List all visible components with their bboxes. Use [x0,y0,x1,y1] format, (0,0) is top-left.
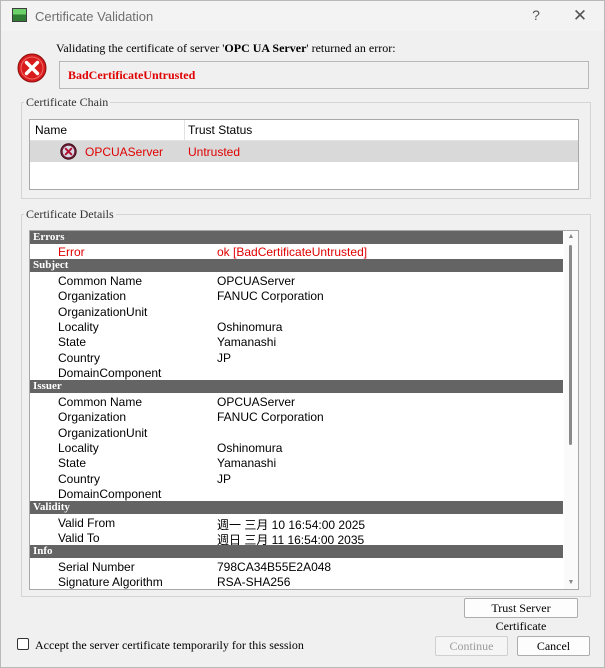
detail-key: Locality [58,441,99,455]
detail-key: Valid From [58,516,116,530]
detail-key: Organization [58,289,127,303]
server-name: OPC UA Server [224,41,307,55]
detail-value: ok [BadCertificateUntrusted] [217,245,368,259]
detail-key: Signature Algorithm [58,575,163,589]
detail-value: OPCUAServer [217,274,296,288]
detail-row-organization-unit: OrganizationUnit [30,305,563,320]
accept-temporarily-checkbox[interactable] [17,638,29,650]
detail-row-error: Error ok [BadCertificateUntrusted] [30,245,563,260]
detail-value: FANUC Corporation [217,410,324,424]
detail-key: OrganizationUnit [58,426,148,440]
title-bar: Certificate Validation ? ✕ [1,1,604,31]
scroll-up-arrow-icon[interactable]: ▲ [564,231,578,243]
details-scrollbar[interactable]: ▲ ▼ [564,231,578,589]
chain-row-name: OPCUAServer [85,145,164,159]
detail-row-locality: Locality Oshinomura [30,320,563,335]
detail-key: Common Name [58,395,143,409]
detail-key: OrganizationUnit [58,305,148,319]
column-header-name[interactable]: Name [35,123,67,137]
detail-value: Oshinomura [217,320,283,334]
close-button[interactable]: ✕ [569,5,591,27]
column-header-trust-status[interactable]: Trust Status [188,123,252,137]
detail-value: Oshinomura [217,441,283,455]
detail-row-valid-to: Valid To 週日 三月 11 16:54:00 2035 [30,531,563,547]
detail-value: JP [217,472,232,486]
detail-key: Error [58,245,85,259]
detail-key: Common Name [58,274,143,288]
detail-key: Country [58,472,101,486]
error-message: Validating the certificate of server 'OP… [56,41,396,56]
detail-value: FANUC Corporation [217,289,324,303]
detail-row-domain-component: DomainComponent [30,487,563,502]
detail-key: Organization [58,410,127,424]
section-header-validity: Validity [30,501,563,514]
continue-button[interactable]: Continue [435,636,508,656]
detail-value: JP [217,351,232,365]
detail-row-state: State Yamanashi [30,456,563,471]
error-message-prefix: Validating the certificate of server ' [56,41,225,55]
help-button[interactable]: ? [527,6,545,24]
certificate-details-panel[interactable]: Errors Error ok [BadCertificateUntrusted… [29,230,579,590]
detail-key: Valid To [58,531,100,545]
detail-row-common-name: Common Name OPCUAServer [30,274,563,289]
certificate-details-label: Certificate Details [24,207,116,222]
window-title: Certificate Validation [35,9,154,24]
detail-key: Country [58,351,101,365]
section-header-subject: Subject [30,259,563,272]
detail-key: Locality [58,320,99,334]
detail-row-organization: Organization FANUC Corporation [30,289,563,304]
column-separator [184,120,185,140]
detail-value: RSA-SHA256 [217,575,291,589]
certificate-chain-label: Certificate Chain [24,95,111,110]
section-header-issuer: Issuer [30,380,563,393]
chain-row[interactable]: OPCUAServer Untrusted [30,141,578,162]
detail-row-locality: Locality Oshinomura [30,441,563,456]
detail-row-country: Country JP [30,472,563,487]
chain-row-trust-status: Untrusted [188,145,241,159]
scroll-down-arrow-icon[interactable]: ▼ [564,577,578,589]
detail-row-signature-algorithm: Signature Algorithm RSA-SHA256 [30,575,563,589]
detail-key: State [58,335,87,349]
detail-row-state: State Yamanashi [30,335,563,350]
section-header-errors: Errors [30,231,563,244]
certificate-error-icon [60,143,77,160]
certificate-validation-dialog: Certificate Validation ? ✕ Validating th… [0,0,605,668]
chain-list-header: Name Trust Status [30,120,578,141]
detail-row-organization-unit: OrganizationUnit [30,426,563,441]
scrollbar-thumb[interactable] [569,245,572,445]
detail-row-valid-from: Valid From 週一 三月 10 16:54:00 2025 [30,516,563,532]
detail-row-domain-component: DomainComponent [30,366,563,381]
accept-temporarily-label[interactable]: Accept the server certificate temporaril… [35,638,304,653]
cancel-button[interactable]: Cancel [517,636,590,656]
detail-value: Yamanashi [217,335,277,349]
error-code: BadCertificateUntrusted [68,68,196,82]
section-header-info: Info [30,545,563,558]
certificate-chain-list[interactable]: Name Trust Status OPCUAServer Untrusted [29,119,579,190]
detail-key: State [58,456,87,470]
detail-key: DomainComponent [58,366,162,380]
error-code-box: BadCertificateUntrusted [59,61,589,89]
detail-value: Yamanashi [217,456,277,470]
app-icon [12,8,27,22]
detail-value: 798CA34B55E2A048 [217,560,332,574]
detail-value: OPCUAServer [217,395,296,409]
detail-key: DomainComponent [58,487,162,501]
detail-row-organization: Organization FANUC Corporation [30,410,563,425]
detail-row-country: Country JP [30,351,563,366]
detail-row-common-name: Common Name OPCUAServer [30,395,563,410]
detail-key: Serial Number [58,560,135,574]
detail-row-serial-number: Serial Number 798CA34B55E2A048 [30,560,563,575]
trust-server-certificate-button[interactable]: Trust Server Certificate [464,598,578,633]
error-icon [17,53,47,83]
error-message-suffix: ' returned an error: [306,41,396,55]
